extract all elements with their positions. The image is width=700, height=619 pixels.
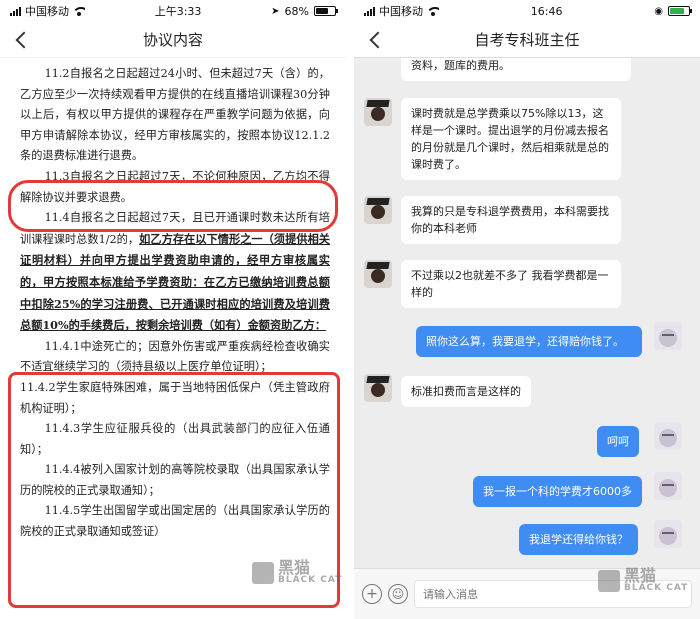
wifi-icon [427, 6, 439, 16]
message-bubble-me: 我退学还得给你钱？ [519, 524, 638, 555]
message-row-teacher [364, 374, 392, 402]
black-cat-watermark: 黑猫 BLACK CAT [252, 560, 342, 585]
back-chevron-icon[interactable] [366, 30, 386, 50]
teacher-avatar[interactable] [364, 98, 392, 126]
agreement-text: 11.2自报名之日起超过24小时、但未超过7天（含）的，乙方应至少一次持续观看甲… [0, 58, 346, 543]
signal-icon [364, 6, 375, 16]
message-row-teacher [364, 260, 392, 288]
page-title: 协议内容 [142, 31, 203, 49]
cat-logo-icon [252, 561, 274, 584]
nav-bar: 协议内容 [0, 22, 346, 58]
teacher-avatar[interactable] [364, 196, 392, 224]
message-row-me [654, 322, 682, 350]
emoji-icon[interactable]: ☺ [388, 584, 408, 604]
chat-title: 自考专科班主任 [474, 31, 580, 49]
message-row-teacher [364, 98, 392, 126]
message-bubble-teacher: 我算的只是专科退学费费用，本科需要找你的本科老师 [401, 196, 621, 244]
message-bubble-me: 照你这么算，我要退学，还得赔你钱了。 [416, 326, 642, 357]
clause-11-2: 11.2自报名之日起超过24小时、但未超过7天（含）的，乙方应至少一次持续观看甲… [20, 67, 330, 163]
carrier-label: 中国移动 [25, 5, 69, 18]
wifi-icon [73, 6, 85, 16]
plus-icon[interactable]: + [362, 584, 382, 604]
cat-logo-icon [598, 569, 620, 592]
clause-11-4: 11.4自报名之日起超过7天，且已开通课时数未达所有培训课程课时总数1/2的，如… [20, 208, 330, 337]
left-phone-screen: 中国移动 上午3:33 ➤ 68% 协议内容 11.2自报名之日起超过24小时、… [0, 0, 346, 619]
my-avatar[interactable] [654, 422, 682, 450]
battery-icon [313, 6, 338, 16]
message-row-teacher [364, 196, 392, 224]
carrier-label: 中国移动 [379, 5, 423, 18]
message-bubble-me: 我一报一个科的学费才6000多 [473, 476, 642, 507]
chat-message-list[interactable]: 资料，题库的费用。 课时费就是总学费乘以75%除以13，这样是一个课时。提出退学… [354, 58, 700, 568]
clause-11-4-3: 11.4.3学生应征服兵役的（出具武装部门的应征入伍通知）； [20, 422, 330, 456]
clause-11-3: 11.3自报名之日起超过7天，不论何种原因，乙方均不得解除协议并要求退费。 [20, 169, 330, 204]
status-bar: 中国移动 上午3:33 ➤ 68% [0, 0, 346, 22]
back-chevron-icon[interactable] [12, 30, 32, 50]
message-row-me [654, 422, 682, 450]
black-cat-watermark: 黑猫 BLACK CAT [598, 568, 688, 593]
message-bubble-teacher: 资料，题库的费用。 [401, 58, 631, 81]
alarm-icon: ◉ [654, 5, 663, 17]
clause-11-4-4: 11.4.4被列入国家计划的高等院校录取（出具国家承认学历的院校的正式录取通知）… [20, 463, 330, 497]
message-row-me [654, 472, 682, 500]
location-icon: ➤ [271, 5, 280, 17]
clock: 上午3:33 [154, 5, 202, 18]
nav-bar: 自考专科班主任 [354, 22, 700, 58]
my-avatar[interactable] [654, 472, 682, 500]
signal-icon [10, 6, 21, 16]
clause-11-4-1: 11.4.1中途死亡的；因意外伤害或严重疾病经检查收确实不适宜继续学习的（须持县… [20, 339, 330, 374]
clause-11-4-bold: 如乙方存在以下情形之一（须提供相关证明材料）并向甲方提出学费资助申请的，经甲方审… [20, 231, 330, 333]
clause-11-4-2: 11.4.2学生家庭特殊困难，属于当地特困低保户（凭主管政府机构证明）； [20, 380, 330, 415]
clause-11-4-5: 11.4.5学生出国留学或出国定居的（出具国家承认学历的院校的正式录取通知或签证… [20, 504, 330, 539]
my-avatar[interactable] [654, 520, 682, 548]
my-avatar[interactable] [654, 322, 682, 350]
message-bubble-teacher: 课时费就是总学费乘以75%除以13，这样是一个课时。提出退学的月份减去报名的月份… [401, 98, 621, 180]
message-bubble-me: 呵呵 [597, 426, 639, 457]
right-phone-screen: 中国移动 16:46 ◉ 自考专科班主任 资料，题库的费用。 课时费就是总学费乘… [354, 0, 700, 619]
battery-percent: 68% [284, 4, 309, 18]
message-row-me [654, 520, 682, 548]
teacher-avatar[interactable] [364, 260, 392, 288]
teacher-avatar[interactable] [364, 374, 392, 402]
status-bar: 中国移动 16:46 ◉ [354, 0, 700, 22]
message-bubble-teacher: 标准扣费而言是这样的 [401, 376, 531, 407]
battery-icon [668, 6, 692, 16]
clock: 16:46 [530, 4, 563, 18]
message-bubble-teacher: 不过乘以2也就差不多了 我看学费都是一样的 [401, 260, 621, 308]
